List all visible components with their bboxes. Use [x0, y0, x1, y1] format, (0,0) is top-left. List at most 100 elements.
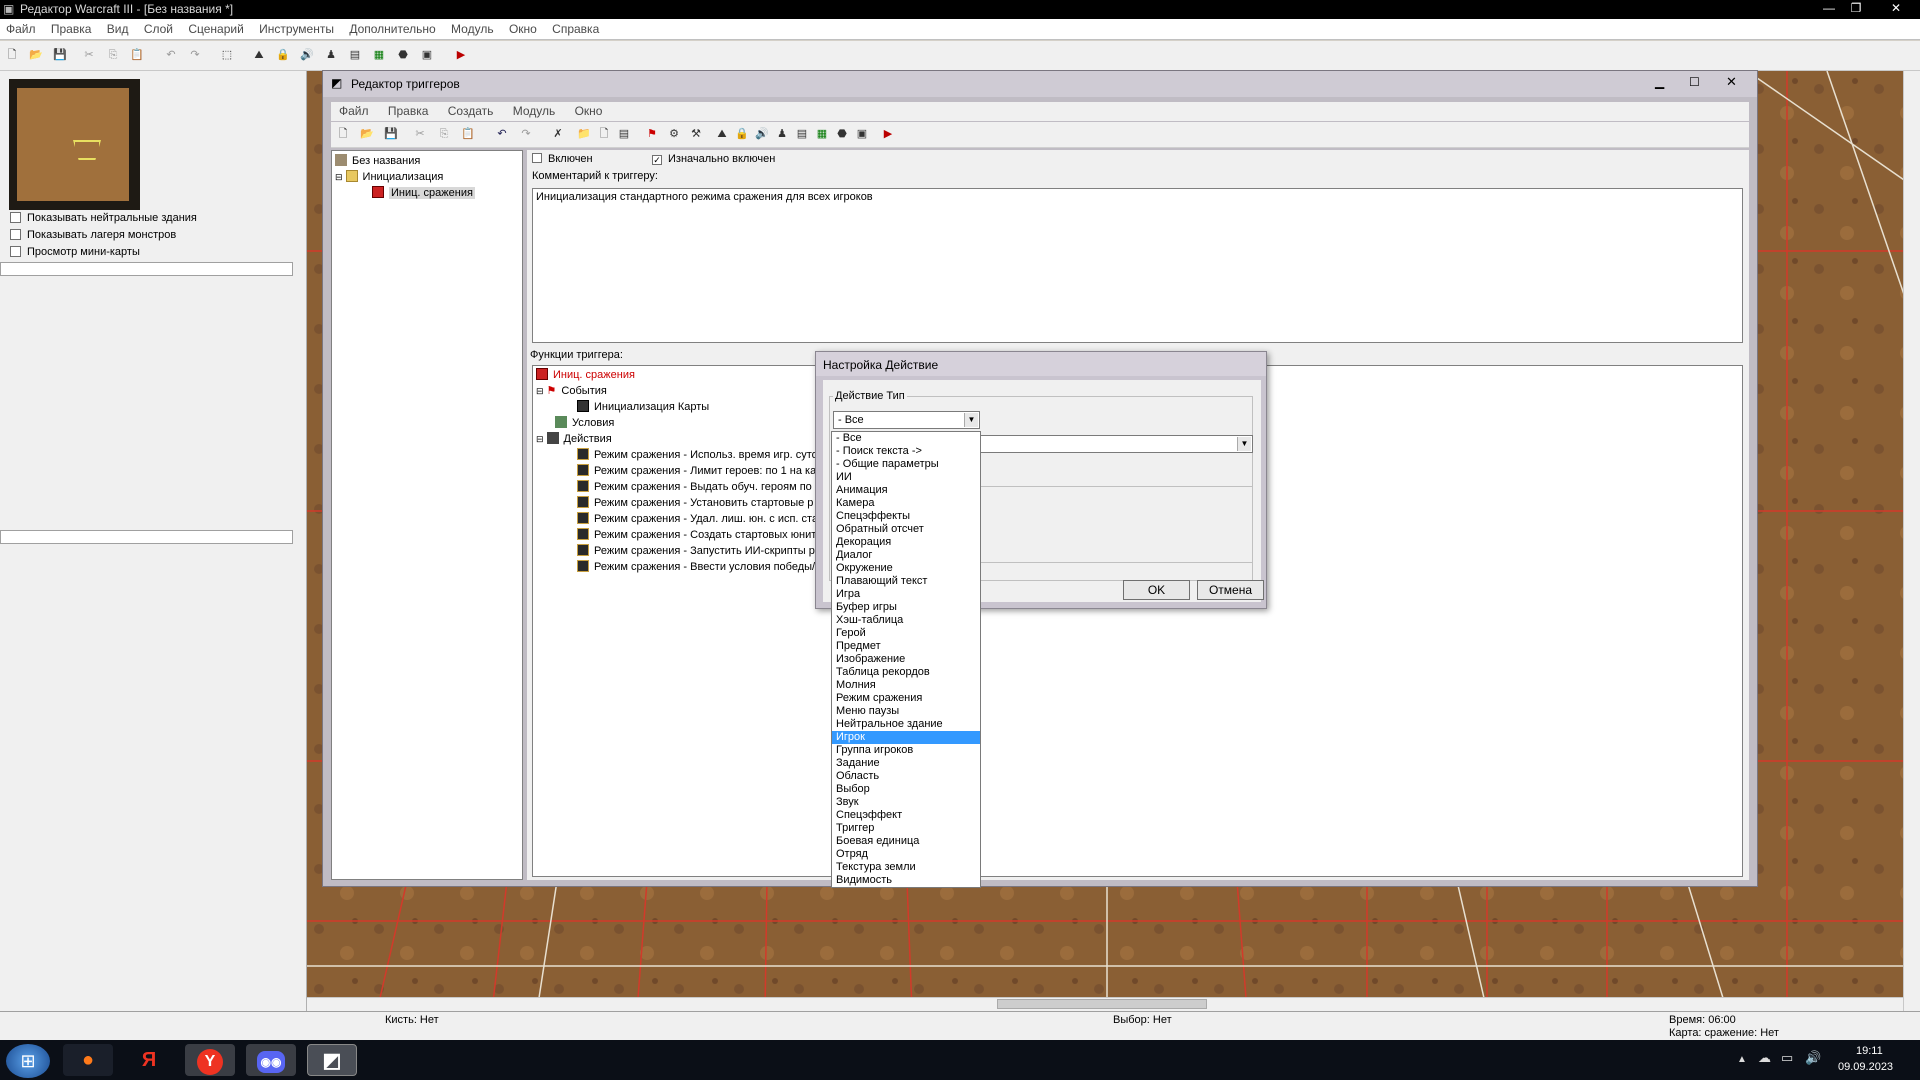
chevron-down-icon[interactable]: ▼ [1237, 437, 1251, 451]
firefox-icon[interactable]: ● [63, 1044, 113, 1076]
tree-root[interactable]: Без названия [335, 154, 420, 167]
trig-model-icon[interactable]: ⬣ [833, 125, 851, 143]
palette-panel-2[interactable] [0, 530, 293, 544]
map-horizontal-scrollbar[interactable] [307, 997, 1903, 1011]
dropdown-option[interactable]: - Общие параметры [832, 458, 980, 471]
trig-paste-icon[interactable]: 📋 [459, 125, 477, 143]
tray-app-icon[interactable]: ☁ [1758, 1050, 1771, 1066]
menu-layer[interactable]: Слой [138, 19, 179, 36]
trig-redo-icon[interactable]: ↷ [517, 125, 535, 143]
dropdown-option[interactable]: Нейтральное здание [832, 718, 980, 731]
campaign-icon[interactable]: ▣ [418, 46, 436, 64]
unit-icon[interactable]: 🔒 [274, 46, 292, 64]
map-vertical-scrollbar[interactable] [1903, 71, 1920, 1011]
trig-copy-icon[interactable]: ⎘ [435, 125, 453, 143]
clock-time[interactable]: 19:11 [1856, 1045, 1883, 1057]
tree-category-init[interactable]: ⊟ Инициализация [335, 170, 443, 183]
new-trigger-icon[interactable]: ✗ [549, 125, 567, 143]
menu-help[interactable]: Справка [546, 19, 605, 36]
minimap[interactable] [9, 79, 140, 210]
yandex-icon[interactable]: Y [185, 1044, 235, 1076]
trigger-close-button[interactable]: ✕ [1726, 74, 1737, 90]
dropdown-option[interactable]: Триггер [832, 822, 980, 835]
dropdown-option[interactable]: Меню паузы [832, 705, 980, 718]
func-action-item[interactable]: Режим сражения - Установить стартовые р [577, 496, 813, 509]
enabled-checkbox[interactable]: Включен [532, 153, 593, 165]
dropdown-option[interactable]: Игра [832, 588, 980, 601]
trig-save-icon[interactable]: 💾 [382, 125, 400, 143]
warcraft-editor-taskbar-icon[interactable]: ◩ [307, 1044, 357, 1076]
test-map-icon[interactable]: ▶ [452, 46, 470, 64]
tree-trigger-melee-init[interactable]: Иниц. сражения [372, 186, 475, 199]
start-button[interactable]: ⊞ [6, 1044, 50, 1078]
dropdown-option[interactable]: Спецэффект [832, 809, 980, 822]
cut-icon[interactable]: ✂ [80, 46, 98, 64]
trigger-maximize-button[interactable]: ☐ [1689, 75, 1700, 89]
trig-object-icon[interactable]: ♟ [773, 125, 791, 143]
trig-cut-icon[interactable]: ✂ [411, 125, 429, 143]
new-comment-icon[interactable]: 🗋 [595, 125, 613, 143]
func-trigger-name[interactable]: Иниц. сражения [536, 368, 635, 381]
dropdown-option[interactable]: Спецэффекты [832, 510, 980, 523]
dropdown-option[interactable]: Режим сражения [832, 692, 980, 705]
chevron-down-icon[interactable]: ▼ [964, 413, 978, 427]
trig-menu-window[interactable]: Окно [567, 102, 611, 118]
preview-minimap-checkbox[interactable]: Просмотр мини-карты [10, 246, 140, 258]
restore-button[interactable]: ❐ [1845, 1, 1867, 16]
dropdown-option[interactable]: Декорация [832, 536, 980, 549]
dropdown-option[interactable]: Обратный отсчет [832, 523, 980, 536]
dropdown-option[interactable]: Буфер игры [832, 601, 980, 614]
new-icon[interactable]: 🗋 [3, 46, 21, 64]
dropdown-option[interactable]: Диалог [832, 549, 980, 562]
dropdown-option[interactable]: Окружение [832, 562, 980, 575]
dropdown-option[interactable]: Хэш-таблица [832, 614, 980, 627]
comment-textarea[interactable]: Инициализация стандартного режима сражен… [532, 188, 1743, 343]
dropdown-option[interactable]: Предмет [832, 640, 980, 653]
sound-icon[interactable]: 🔊 [298, 46, 316, 64]
func-events-node[interactable]: ⊟ ⚑ События [536, 384, 607, 397]
menu-advanced[interactable]: Дополнительно [343, 19, 441, 36]
save-icon[interactable]: 💾 [51, 46, 69, 64]
trig-terrain-icon[interactable]: ⛰ [713, 125, 731, 143]
trig-sound-icon[interactable]: 🔊 [753, 125, 771, 143]
dropdown-option[interactable]: Боевая единица [832, 835, 980, 848]
menu-file[interactable]: Файл [0, 19, 42, 36]
new-variable-icon[interactable]: ▤ [615, 125, 633, 143]
discord-icon[interactable]: ◉◉ [246, 1044, 296, 1076]
trig-undo-icon[interactable]: ↶ [493, 125, 511, 143]
trig-ai-icon[interactable]: ▦ [813, 125, 831, 143]
dropdown-option[interactable]: - Все [832, 432, 980, 445]
paste-icon[interactable]: 📋 [128, 46, 146, 64]
dropdown-option[interactable]: Игрок [832, 731, 980, 744]
network-icon[interactable]: ▭ [1781, 1050, 1793, 1066]
tray-arrow-icon[interactable]: ▲ [1737, 1054, 1747, 1065]
dropdown-option[interactable]: Группа игроков [832, 744, 980, 757]
import-icon[interactable]: ▤ [346, 46, 364, 64]
new-action-icon[interactable]: ⚒ [687, 125, 705, 143]
undo-icon[interactable]: ↶ [162, 46, 180, 64]
menu-scenario[interactable]: Сценарий [182, 19, 249, 36]
scroll-thumb[interactable] [997, 999, 1207, 1009]
dropdown-option[interactable]: Молния [832, 679, 980, 692]
func-actions-node[interactable]: ⊟ Действия [536, 432, 612, 445]
copy-icon[interactable]: ⎘ [104, 46, 122, 64]
dropdown-option[interactable]: Плавающий текст [832, 575, 980, 588]
dropdown-option[interactable]: Выбор [832, 783, 980, 796]
dropdown-option[interactable]: Анимация [832, 484, 980, 497]
func-event-item[interactable]: Инициализация Карты [577, 400, 709, 413]
show-creep-camps-checkbox[interactable]: Показывать лагеря монстров [10, 229, 176, 241]
new-category-icon[interactable]: 📁 [575, 125, 593, 143]
action-type-select[interactable]: - Все ▼ [833, 411, 980, 429]
terrain-icon[interactable]: ⛰ [250, 46, 268, 64]
func-action-item[interactable]: Режим сражения - Создать стартовых юнит [577, 528, 816, 541]
new-condition-icon[interactable]: ⚙ [665, 125, 683, 143]
select-icon[interactable]: ⬚ [218, 46, 236, 64]
dropdown-option[interactable]: Текстура земли [832, 861, 980, 874]
trig-unit-icon[interactable]: 🔒 [733, 125, 751, 143]
volume-icon[interactable]: 🔊 [1805, 1050, 1821, 1066]
dropdown-option[interactable]: ИИ [832, 471, 980, 484]
trig-new-icon[interactable]: 🗋 [334, 125, 352, 143]
menu-tools[interactable]: Инструменты [253, 19, 340, 36]
trig-open-icon[interactable]: 📂 [358, 125, 376, 143]
yandex-browser-icon[interactable]: Я [124, 1044, 174, 1076]
